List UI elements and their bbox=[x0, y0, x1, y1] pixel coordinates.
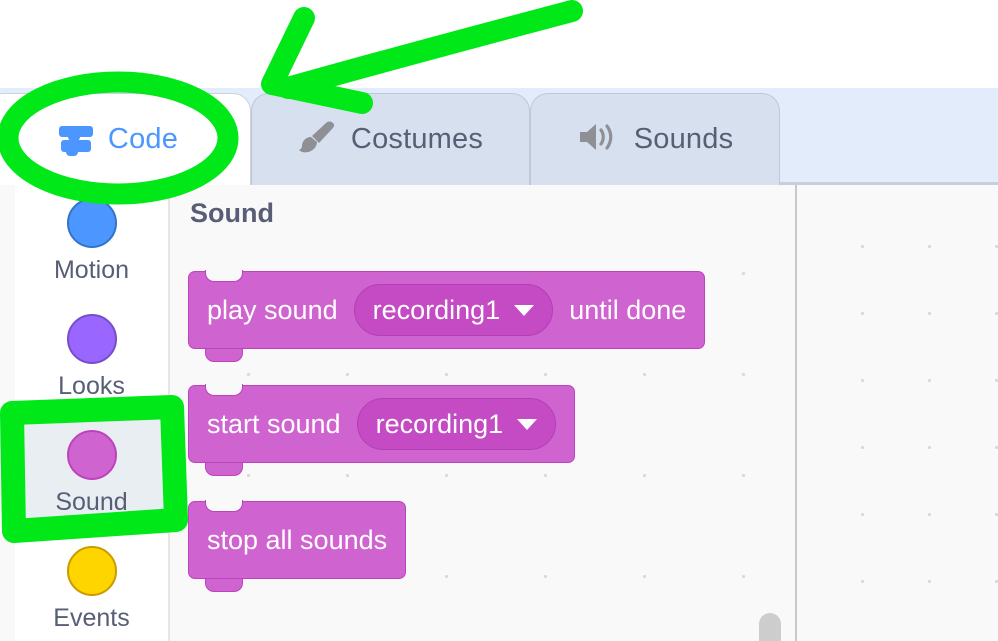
category-label-events: Events bbox=[53, 604, 130, 632]
category-item-motion[interactable]: Motion bbox=[15, 185, 168, 301]
block-play-sound-until-done[interactable]: play sound recording1 until done bbox=[188, 270, 706, 362]
block-category-list: Motion Looks Sound Events bbox=[15, 185, 170, 641]
tab-code-label: Code bbox=[107, 123, 179, 155]
dropdown-value-start: recording1 bbox=[375, 408, 504, 439]
motion-color-dot bbox=[66, 198, 117, 248]
annotation-arrow-shaft bbox=[277, 0, 583, 99]
block-start-sound[interactable]: start sound recording1 bbox=[188, 384, 576, 476]
palette-section-heading: Sound bbox=[190, 198, 274, 228]
tab-sounds-label: Sounds bbox=[633, 123, 734, 155]
block-text-play-sound: play sound bbox=[207, 294, 338, 325]
editor-tab-bar: Code Costumes Sounds bbox=[0, 88, 998, 185]
category-item-sound[interactable]: Sound bbox=[15, 417, 168, 533]
block-text-stop-all-sounds: stop all sounds bbox=[207, 524, 388, 555]
tab-code[interactable]: Code bbox=[0, 93, 251, 185]
chevron-down-icon bbox=[517, 418, 538, 430]
speaker-icon bbox=[577, 121, 619, 158]
looks-color-dot bbox=[66, 314, 117, 364]
editor-workspace: Motion Looks Sound Events Sound play sou bbox=[0, 185, 998, 641]
paintbrush-icon bbox=[298, 120, 336, 159]
code-blocks-icon bbox=[58, 125, 93, 156]
tab-sounds[interactable]: Sounds bbox=[530, 93, 780, 185]
block-text-start-sound: start sound bbox=[207, 408, 341, 439]
dropdown-value-play: recording1 bbox=[372, 294, 501, 325]
sound-color-dot bbox=[66, 430, 117, 480]
category-item-looks[interactable]: Looks bbox=[15, 301, 168, 417]
scratch-editor: Code Costumes Sounds Motion Looks Sound … bbox=[0, 0, 998, 641]
block-palette[interactable]: Sound play sound recording1 until done s… bbox=[172, 185, 795, 641]
chevron-down-icon bbox=[514, 304, 535, 316]
category-label-motion: Motion bbox=[53, 256, 130, 284]
tab-costumes[interactable]: Costumes bbox=[251, 93, 530, 185]
category-label-sound: Sound bbox=[55, 488, 128, 516]
block-text-until-done: until done bbox=[569, 294, 687, 325]
dropdown-sound-menu-start[interactable]: recording1 bbox=[356, 398, 557, 450]
tab-costumes-label: Costumes bbox=[350, 123, 484, 155]
code-canvas[interactable] bbox=[795, 185, 998, 641]
events-color-dot bbox=[66, 546, 117, 596]
category-label-looks: Looks bbox=[58, 372, 125, 400]
dropdown-sound-menu-play[interactable]: recording1 bbox=[353, 284, 554, 336]
palette-scrollbar-thumb[interactable] bbox=[759, 613, 781, 641]
block-stop-all-sounds[interactable]: stop all sounds bbox=[188, 500, 407, 592]
category-item-events[interactable]: Events bbox=[15, 533, 168, 641]
